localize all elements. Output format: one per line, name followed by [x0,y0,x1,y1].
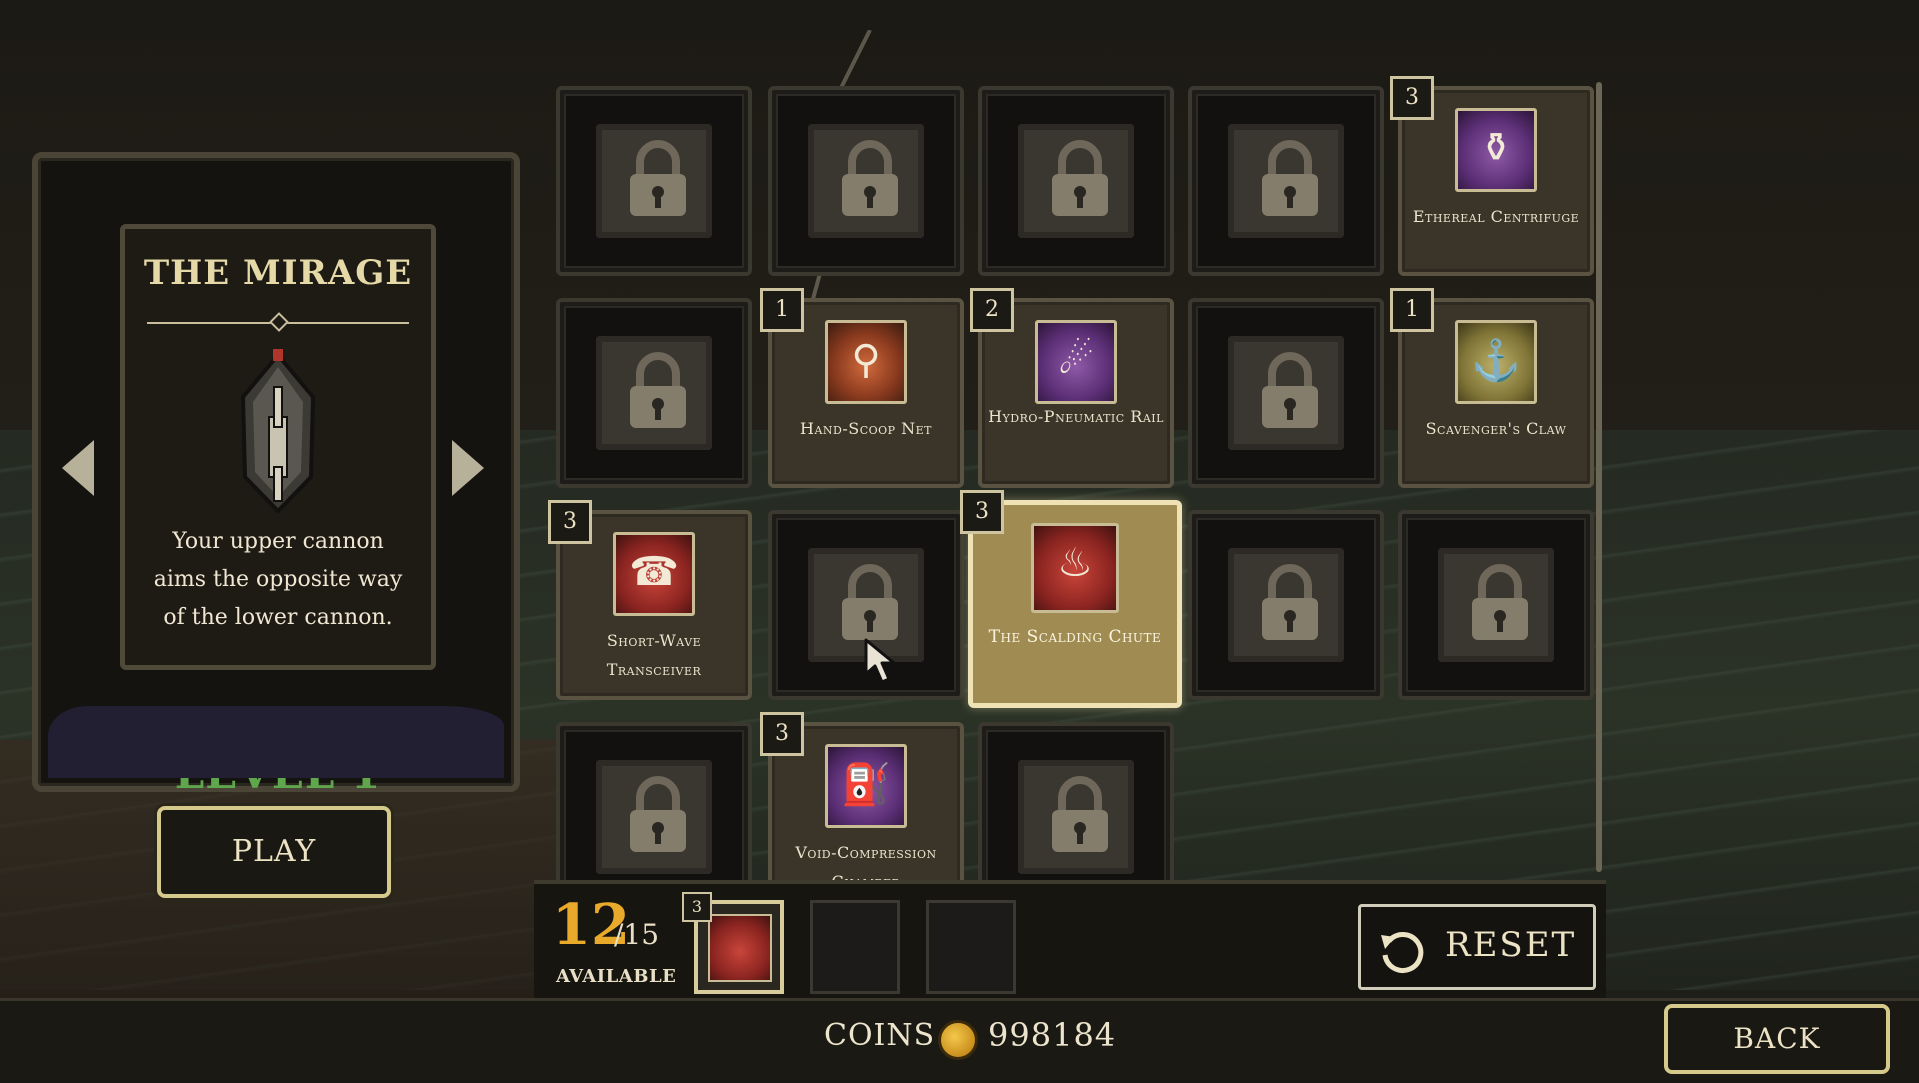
locked-upgrade-slot[interactable] [556,86,752,276]
lock-icon [1472,564,1528,640]
available-label: AVAILABLE [556,966,677,987]
upgrade-name: Void-Compression Chamber [795,843,937,882]
chamber-icon: ⛽ [825,744,907,828]
lock-icon [630,140,686,216]
locked-upgrade-slot[interactable] [978,722,1174,882]
locked-upgrade-slot[interactable] [556,298,752,488]
ship-description: Your upper cannon aims the opposite way … [153,529,403,630]
coins-label: COINS [824,1018,936,1053]
mouse-cursor-icon [864,638,896,684]
rail-icon: ☄ [1035,320,1117,404]
reset-icon [1381,932,1424,973]
furnace-icon [708,914,772,982]
furnace-icon: ♨ [1031,523,1119,613]
ship-wave-decoration [48,706,504,778]
reset-button[interactable]: RESET [1358,904,1596,990]
locked-upgrade-slot[interactable] [1398,510,1594,700]
available-total: /15 [614,918,660,951]
locked-upgrade-slot[interactable] [978,86,1174,276]
upgrade-grid: ⚱ Ethereal Centrifuge ⚲ Hand-Scoop Net ☄… [548,82,1600,882]
reset-label: RESET [1445,925,1577,965]
equipped-slot-3[interactable] [926,900,1016,994]
locked-upgrade-slot[interactable] [556,722,752,882]
upgrade-name: Scavenger's Claw [1425,419,1567,438]
claw-icon: ⚓ [1455,320,1537,404]
equipped-level-badge: 3 [682,892,712,922]
upgrade-name: Ethereal Centrifuge [1412,207,1580,226]
locked-upgrade-slot[interactable] [1188,86,1384,276]
upgrade-level-badge: 3 [548,500,592,544]
locked-upgrade-slot[interactable] [1188,298,1384,488]
back-button[interactable]: BACK [1664,1004,1890,1074]
ship-panel: THE MIRAGE Your upper cannon aims the op… [32,152,520,798]
upgrade-level-badge: 3 [1390,76,1434,120]
lock-icon [630,776,686,852]
locked-upgrade-slot[interactable] [1188,510,1384,700]
previous-ship-arrow[interactable] [62,440,94,496]
upgrade-level-badge: 1 [760,288,804,332]
ship-icon [240,349,316,514]
grid-scrollbar[interactable] [1596,82,1602,872]
coin-icon [938,1020,978,1060]
lock-icon [842,564,898,640]
ship-name: THE MIRAGE [143,253,413,293]
radio-icon: ☎ [613,532,695,616]
net-icon: ⚲ [825,320,907,404]
lock-icon [1262,564,1318,640]
upgrade-level-badge: 3 [960,490,1004,534]
upgrade-name: Hand-Scoop Net [799,419,932,438]
lock-icon [1262,352,1318,428]
divider-gem [269,312,289,332]
upgrade-name: Short-Wave Transceiver [606,631,702,679]
lock-icon [1262,140,1318,216]
bottle-icon: ⚱ [1455,108,1537,192]
locked-upgrade-slot[interactable] [768,86,964,276]
equipped-slot-2[interactable] [810,900,900,994]
lock-icon [842,140,898,216]
next-ship-arrow[interactable] [452,440,484,496]
upgrade-name: Hydro-Pneumatic Rail [988,407,1164,426]
upgrade-level-badge: 1 [1390,288,1434,332]
play-button[interactable]: PLAY [157,806,391,898]
upgrade-level-badge: 2 [970,288,1014,332]
lock-icon [630,352,686,428]
lock-icon [1052,776,1108,852]
lock-icon [1052,140,1108,216]
upgrade-name: The Scalding Chute [988,627,1162,647]
upgrade-level-badge: 3 [760,712,804,756]
coins-value: 998184 [988,1016,1117,1054]
ship-card: THE MIRAGE Your upper cannon aims the op… [120,224,436,798]
